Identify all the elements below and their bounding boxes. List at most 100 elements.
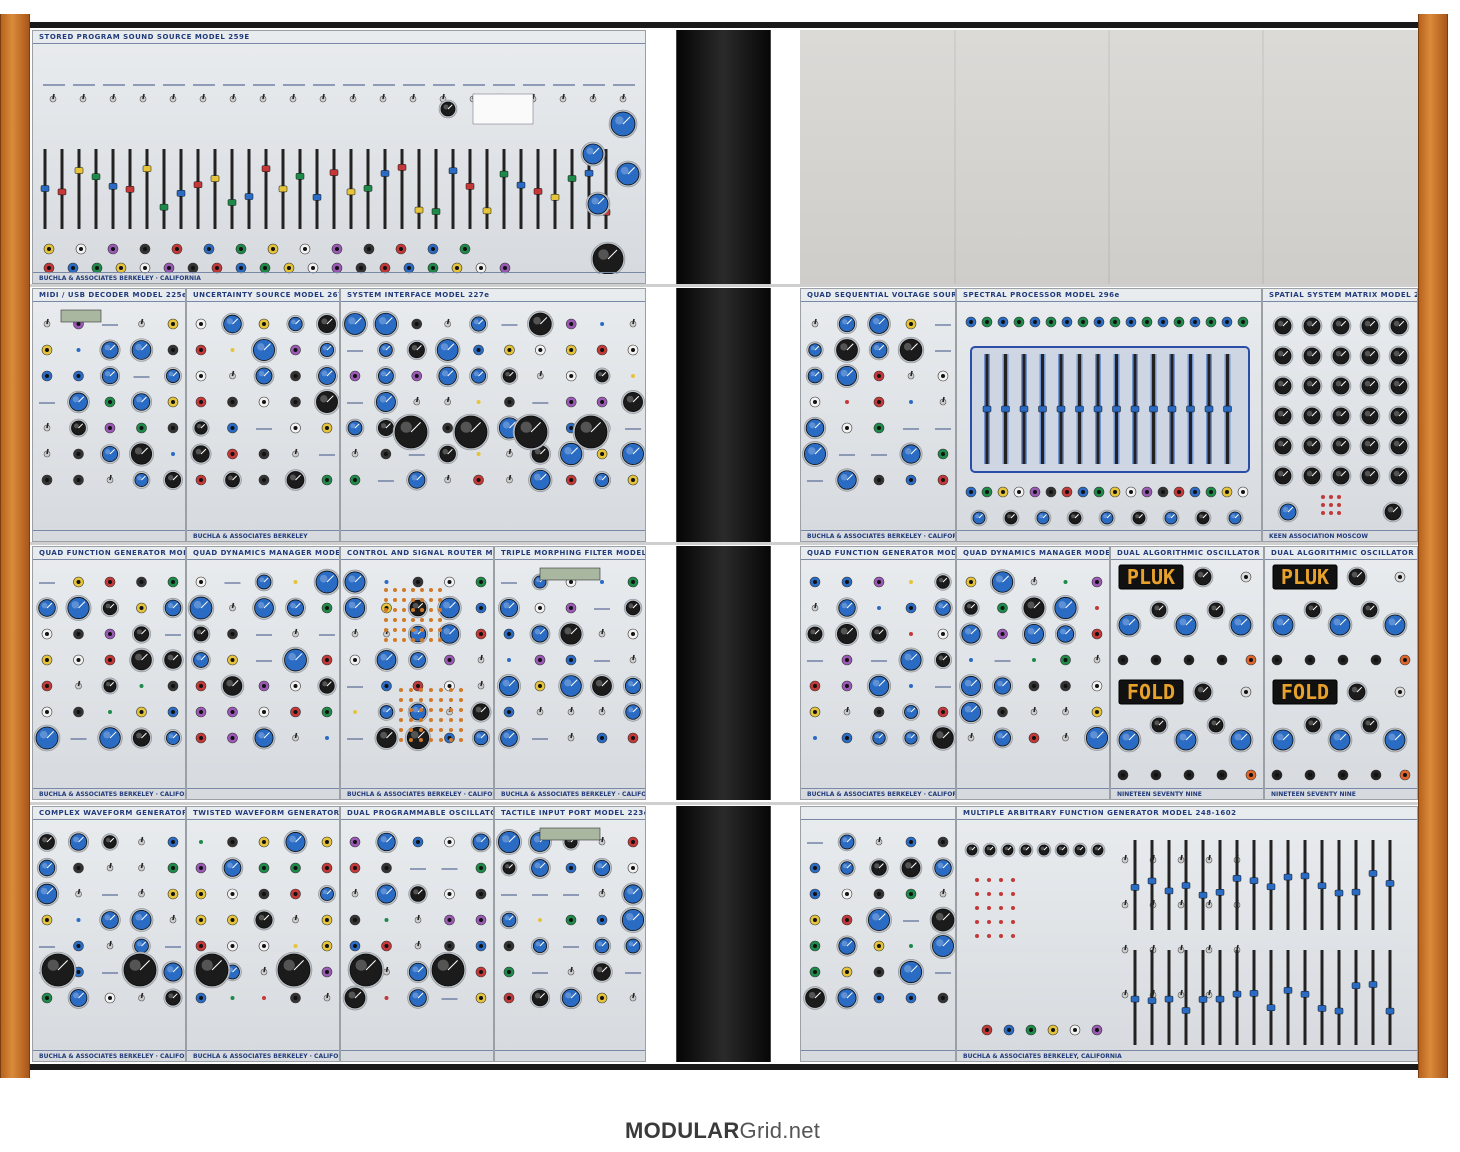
patch-jack[interactable]	[809, 396, 821, 408]
knob[interactable]	[1054, 842, 1070, 858]
patch-jack[interactable]	[1117, 654, 1129, 666]
patch-jack[interactable]	[997, 486, 1009, 498]
fader[interactable]	[312, 149, 322, 229]
knob[interactable]	[1272, 345, 1294, 367]
knob[interactable]	[129, 647, 154, 673]
fader[interactable]	[1385, 950, 1395, 1045]
knob[interactable]	[347, 951, 385, 989]
knob[interactable]	[164, 729, 182, 747]
patch-jack[interactable]	[1237, 316, 1249, 328]
patch-jack[interactable]	[321, 422, 333, 434]
knob[interactable]	[621, 390, 645, 414]
patch-jack[interactable]	[290, 992, 301, 1004]
patch-jack[interactable]	[104, 422, 116, 434]
toggle-switch[interactable]	[537, 370, 544, 380]
patch-jack[interactable]	[195, 732, 207, 744]
patch-jack[interactable]	[349, 836, 361, 848]
toggle-switch[interactable]	[43, 318, 51, 328]
patch-jack[interactable]	[136, 576, 147, 588]
toggle-switch[interactable]	[1030, 576, 1038, 586]
toggle-switch[interactable]	[506, 448, 513, 458]
knob[interactable]	[805, 624, 825, 644]
toggle-switch[interactable]	[1121, 899, 1129, 909]
knob[interactable]	[253, 365, 275, 387]
knob[interactable]	[959, 674, 983, 698]
fader[interactable]	[1181, 950, 1191, 1045]
knob[interactable]	[592, 936, 612, 956]
patch-jack[interactable]	[534, 654, 546, 666]
knob[interactable]	[132, 624, 151, 644]
patch-jack[interactable]	[473, 344, 484, 356]
patch-jack[interactable]	[475, 602, 487, 614]
knob[interactable]	[529, 857, 551, 879]
patch-jack[interactable]	[41, 706, 53, 718]
fader[interactable]	[1351, 950, 1361, 1045]
toggle-switch[interactable]	[598, 888, 606, 898]
patch-jack[interactable]	[349, 370, 361, 382]
knob[interactable]	[100, 598, 120, 618]
fader[interactable]	[499, 149, 509, 229]
knob[interactable]	[1388, 345, 1410, 367]
patch-jack[interactable]	[195, 706, 207, 718]
patch-jack[interactable]	[167, 422, 179, 434]
knob[interactable]	[376, 418, 396, 438]
fader[interactable]	[227, 149, 237, 229]
patch-jack[interactable]	[475, 862, 487, 874]
patch-jack[interactable]	[195, 474, 207, 486]
patch-jack[interactable]	[841, 732, 853, 744]
fader[interactable]	[1215, 840, 1225, 930]
knob[interactable]	[377, 341, 395, 359]
patch-jack[interactable]	[905, 318, 917, 330]
patch-jack[interactable]	[227, 836, 238, 848]
knob[interactable]	[375, 830, 398, 854]
knob[interactable]	[470, 831, 492, 853]
knob[interactable]	[868, 339, 890, 361]
patch-jack[interactable]	[258, 706, 270, 718]
toggle-switch[interactable]	[289, 93, 297, 103]
toggle-switch[interactable]	[351, 628, 359, 638]
patch-jack[interactable]	[41, 654, 53, 666]
knob[interactable]	[992, 727, 1013, 749]
knob[interactable]	[1149, 600, 1169, 620]
patch-jack[interactable]	[321, 914, 333, 926]
toggle-switch[interactable]	[1062, 706, 1069, 716]
knob[interactable]	[317, 676, 337, 696]
patch-jack[interactable]	[809, 966, 821, 978]
toggle-switch[interactable]	[589, 93, 597, 103]
knob[interactable]	[318, 341, 336, 359]
patch-jack[interactable]	[104, 628, 116, 640]
fader[interactable]	[533, 149, 543, 229]
patch-jack[interactable]	[349, 914, 361, 926]
knob[interactable]	[1192, 681, 1214, 703]
patch-jack[interactable]	[596, 448, 608, 460]
patch-jack[interactable]	[1370, 769, 1382, 781]
patch-jack[interactable]	[321, 940, 333, 952]
knob[interactable]	[1388, 435, 1410, 457]
knob[interactable]	[436, 364, 459, 388]
patch-jack[interactable]	[195, 914, 207, 926]
knob[interactable]	[163, 988, 183, 1008]
toggle-switch[interactable]	[1093, 654, 1101, 664]
fader[interactable]	[1300, 950, 1310, 1045]
patch-jack[interactable]	[227, 888, 238, 900]
fader[interactable]	[1300, 840, 1310, 930]
knob[interactable]	[99, 909, 121, 931]
patch-jack[interactable]	[1061, 316, 1073, 328]
patch-jack[interactable]	[1077, 316, 1089, 328]
patch-jack[interactable]	[1003, 1024, 1015, 1036]
knob[interactable]	[1346, 681, 1368, 703]
patch-jack[interactable]	[475, 888, 487, 900]
fader[interactable]	[40, 149, 50, 229]
toggle-switch[interactable]	[875, 836, 883, 846]
toggle-switch[interactable]	[477, 654, 485, 664]
toggle-switch[interactable]	[1062, 732, 1069, 742]
knob[interactable]	[897, 336, 925, 364]
knob[interactable]	[101, 833, 119, 851]
knob[interactable]	[838, 859, 856, 877]
patch-jack[interactable]	[1013, 486, 1025, 498]
patch-jack[interactable]	[565, 396, 577, 408]
patch-jack[interactable]	[321, 654, 333, 666]
toggle-switch[interactable]	[629, 992, 637, 1002]
knob[interactable]	[1098, 509, 1116, 527]
toggle-switch[interactable]	[138, 318, 145, 328]
